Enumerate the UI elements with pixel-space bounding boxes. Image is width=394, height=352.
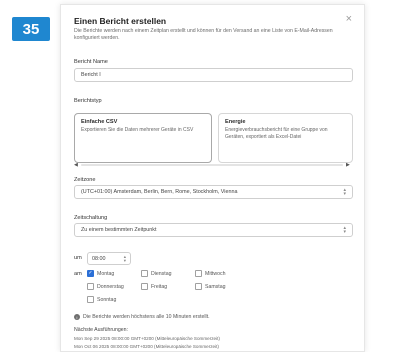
day-label: Dienstag (151, 270, 172, 277)
next-run-item: Mon Sep 29 2025 08:00:00 GMT+0200 (Mitte… (74, 336, 220, 341)
report-type-card-energy[interactable]: Energie Energieverbrauchsbericht für ein… (218, 113, 353, 163)
schedule-select[interactable]: Zu einem bestimmten Zeitpunkt ▴ ▾ (74, 223, 353, 237)
schedule-label: Zeitschaltung (74, 215, 108, 221)
day-label: Samstag (205, 283, 226, 290)
day-checkbox-thursday[interactable]: Donnerstag (87, 283, 124, 290)
checkbox-box (195, 283, 202, 290)
time-prefix: um (74, 255, 82, 261)
time-value: 08:00 (92, 255, 106, 262)
select-arrows-icon: ▴ ▾ (343, 187, 346, 197)
next-run-item: Mon Oct 06 2025 08:00:00 GMT+0200 (Mitte… (74, 344, 219, 349)
day-checkbox-sunday[interactable]: Sonntag (87, 296, 116, 303)
scroll-left-icon[interactable]: ◀ (74, 162, 78, 168)
report-name-label: Bericht Name (74, 59, 108, 65)
select-arrows-icon: ▴ ▾ (343, 225, 346, 235)
checkbox-box (87, 283, 94, 290)
report-name-value: Bericht I (81, 72, 101, 78)
day-label: Freitag (151, 283, 168, 290)
report-type-card-csv[interactable]: Einfache CSV Exportieren Sie die Daten m… (74, 113, 212, 163)
day-checkbox-tuesday[interactable]: Dienstag (141, 270, 171, 277)
report-type-description: Exportieren Sie die Daten mehrerer Gerät… (81, 127, 194, 133)
timezone-label: Zeitzone (74, 177, 96, 183)
day-label: Mittwoch (205, 270, 226, 277)
checkbox-box (141, 283, 148, 290)
report-name-input[interactable]: Bericht I (74, 68, 353, 82)
timezone-select[interactable]: (UTC+01:00) Amsterdam, Berlin, Bern, Rom… (74, 185, 353, 199)
timezone-value: (UTC+01:00) Amsterdam, Berlin, Bern, Rom… (81, 189, 238, 195)
day-checkbox-saturday[interactable]: Samstag (195, 283, 225, 290)
checkbox-box (141, 270, 148, 277)
checkbox-box (195, 270, 202, 277)
info-text: Die Berichte werden höchstens alle 10 Mi… (83, 314, 210, 320)
day-label: Donnerstag (97, 283, 124, 290)
report-type-title: Energie (225, 119, 246, 125)
day-checkbox-wednesday[interactable]: Mittwoch (195, 270, 225, 277)
days-prefix: am (74, 271, 82, 277)
info-note: i Die Berichte werden höchstens alle 10 … (74, 314, 210, 320)
time-input[interactable]: 08:00 ▴ ▾ (87, 252, 131, 265)
create-report-dialog: × Einen Bericht erstellen Die Berichte w… (60, 4, 365, 352)
day-label: Sonntag (97, 296, 117, 303)
report-type-title: Einfache CSV (81, 119, 118, 125)
dialog-title: Einen Bericht erstellen (74, 16, 167, 26)
step-number-badge: 35 (12, 17, 50, 41)
day-checkbox-friday[interactable]: Freitag (141, 283, 167, 290)
day-checkbox-monday[interactable]: ✓ Montag (87, 270, 114, 277)
checkbox-box (87, 296, 94, 303)
info-icon: i (74, 314, 80, 320)
scroll-right-icon[interactable]: ▶ (346, 162, 350, 168)
time-stepper-icon[interactable]: ▴ ▾ (124, 254, 126, 262)
report-type-label: Berichtstyp (74, 98, 102, 104)
horizontal-scrollbar[interactable] (81, 164, 343, 166)
report-type-description: Energieverbrauchsbericht für eine Gruppe… (225, 127, 328, 140)
schedule-value: Zu einem bestimmten Zeitpunkt (81, 227, 157, 233)
checkmark-icon: ✓ (87, 270, 94, 277)
day-label: Montag (97, 270, 115, 277)
dialog-description: Die Berichte werden nach einem Zeitplan … (74, 28, 333, 41)
close-icon[interactable]: × (346, 14, 352, 25)
next-runs-label: Nächste Ausführungen: (74, 327, 128, 333)
